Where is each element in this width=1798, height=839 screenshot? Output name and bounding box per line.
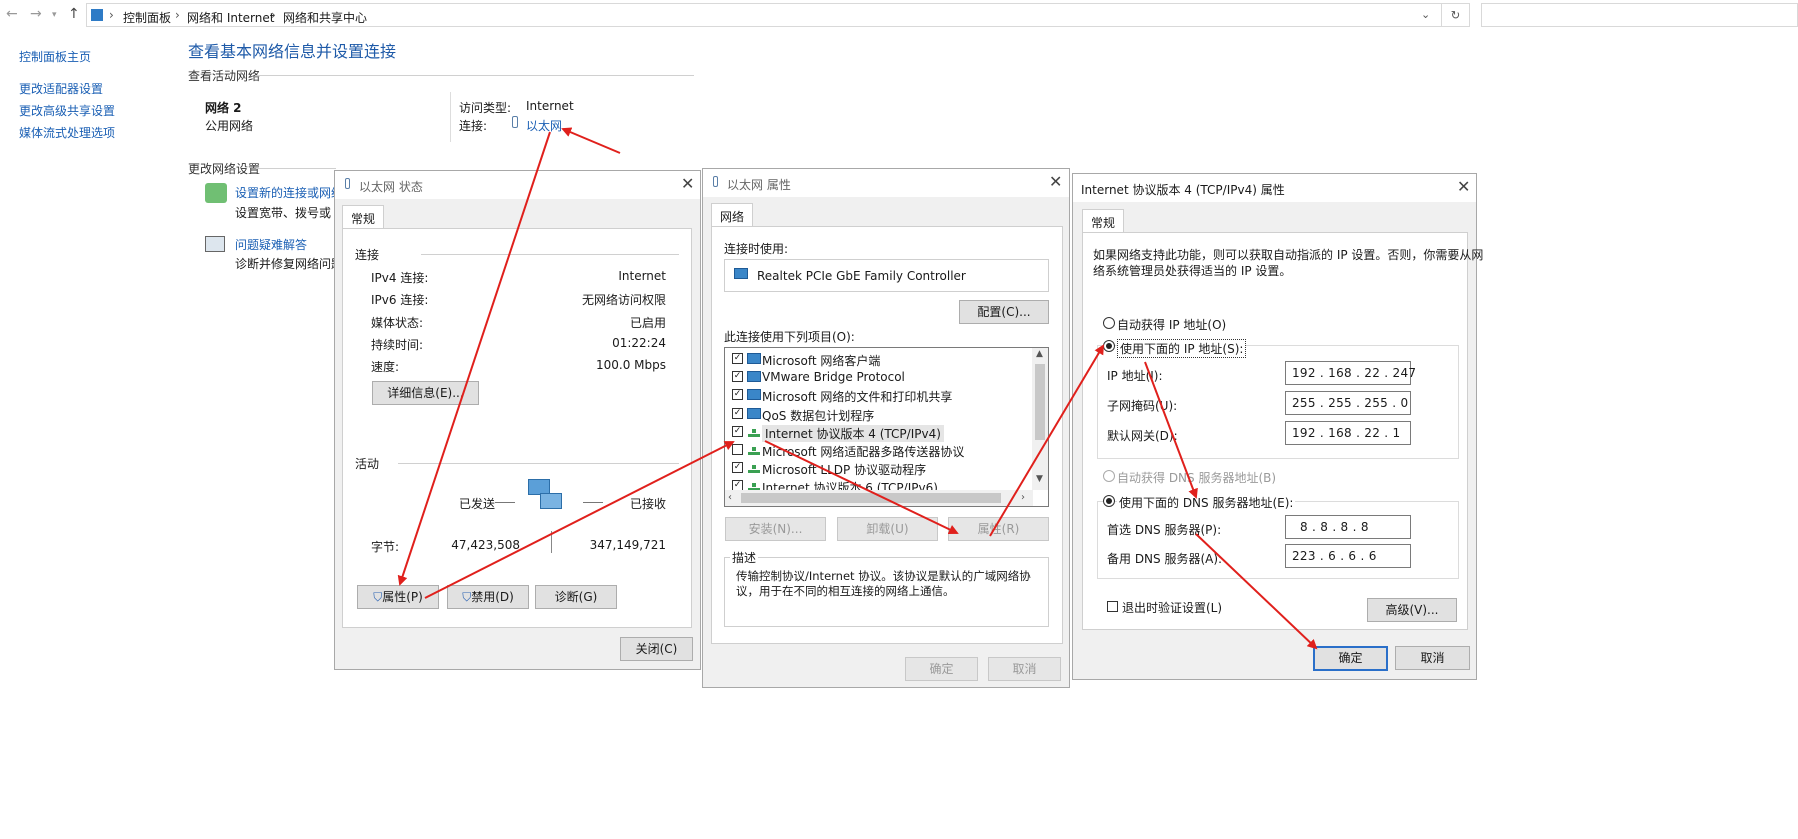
arrow-to-manual-ip <box>989 344 1105 537</box>
annotation-arrows <box>397 127 1318 650</box>
arrow-to-ethernet-link <box>561 127 621 154</box>
arrow-to-manual-dns <box>1144 361 1198 499</box>
arrow-to-item-properties <box>764 440 959 535</box>
arrow-to-ipv4-item <box>424 441 735 599</box>
arrow-to-properties-button <box>397 131 551 586</box>
arrow-to-ok-button <box>1195 533 1318 650</box>
